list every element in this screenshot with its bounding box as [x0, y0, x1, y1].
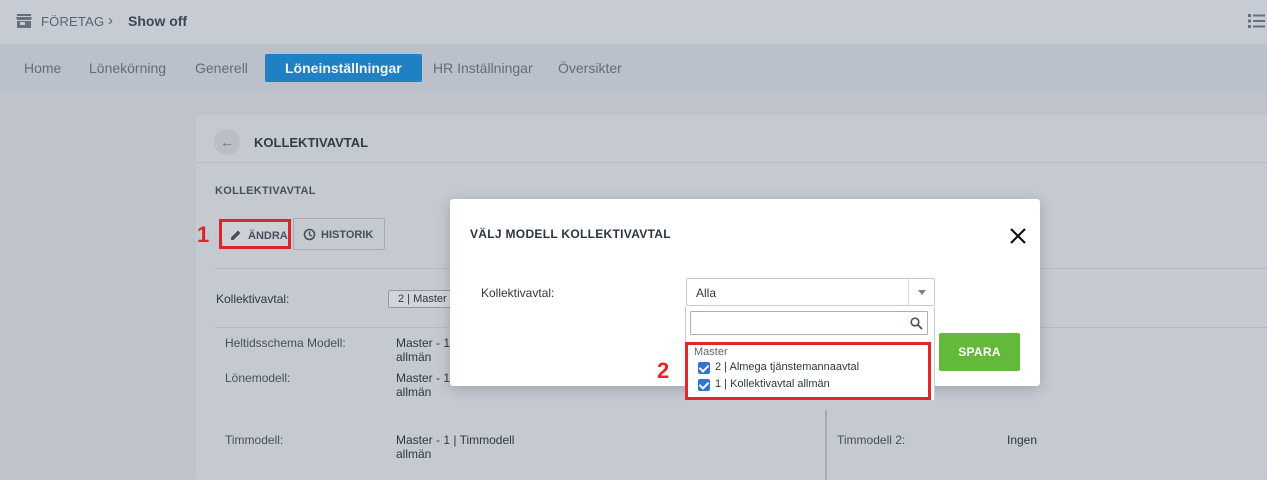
- dialog-field-label: Kollektivavtal:: [481, 286, 555, 300]
- select-toggle[interactable]: [908, 279, 934, 305]
- kollektivavtal-select[interactable]: Alla: [686, 278, 935, 306]
- kollektivavtal-dropdown: Master 2 | Almega tjänstemannaavtal 1 | …: [685, 307, 935, 401]
- dialog-title: VÄLJ MODELL KOLLEKTIVAVTAL: [470, 227, 671, 241]
- select-value: Alla: [696, 286, 717, 300]
- dropdown-search-input[interactable]: [690, 311, 928, 335]
- dropdown-option-label: 1 | Kollektivavtal allmän: [715, 378, 830, 390]
- chevron-down-icon: [918, 290, 926, 295]
- dropdown-option-label: 2 | Almega tjänstemannaavtal: [715, 361, 860, 373]
- annotation-marker-2: 2: [657, 358, 670, 383]
- save-button[interactable]: SPARA: [939, 333, 1020, 371]
- search-icon: [910, 317, 923, 330]
- checkbox-icon[interactable]: [698, 362, 710, 374]
- checkbox-icon[interactable]: [698, 379, 710, 391]
- dropdown-group-label: Master: [694, 346, 728, 358]
- close-icon[interactable]: [1008, 226, 1028, 246]
